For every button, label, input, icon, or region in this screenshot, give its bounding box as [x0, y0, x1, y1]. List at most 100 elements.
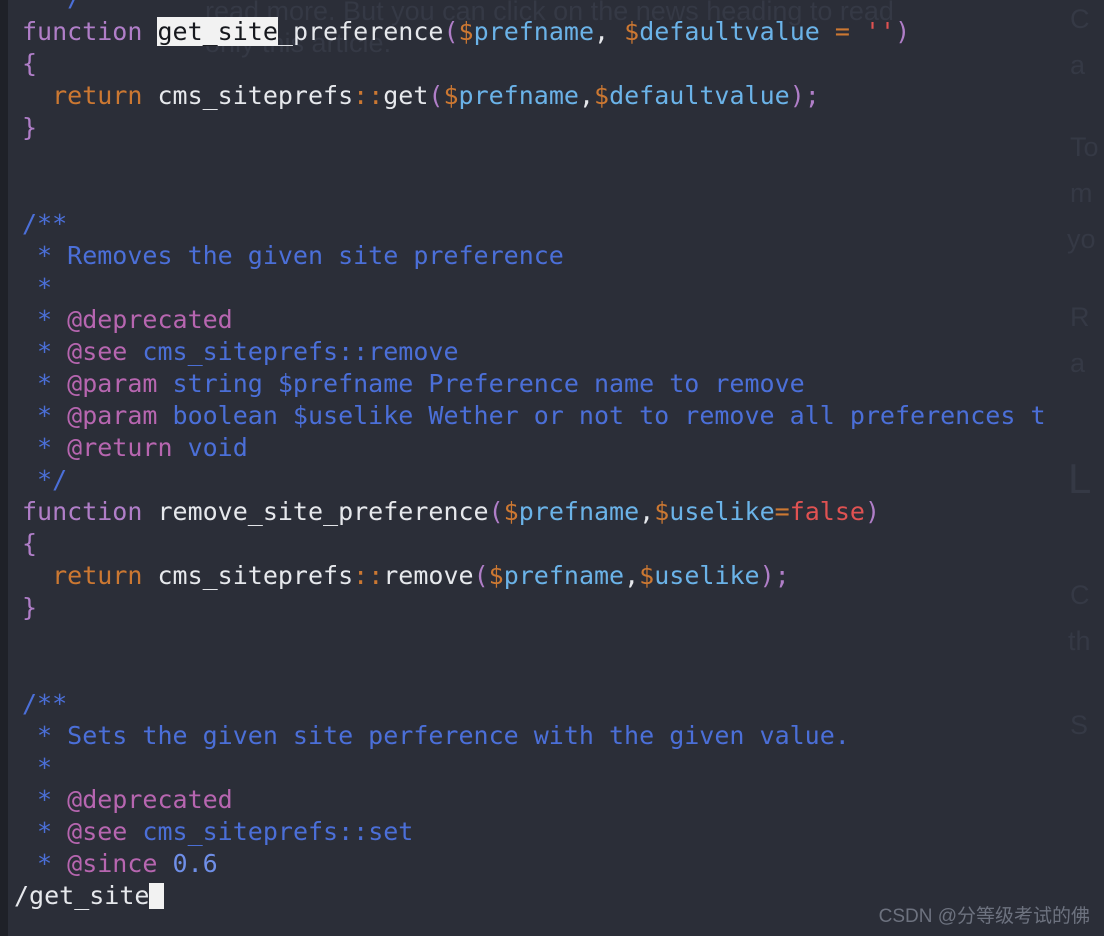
code-token: :: — [338, 817, 369, 846]
code-token: remove — [383, 561, 474, 590]
code-token: $ — [488, 561, 504, 590]
text-cursor — [149, 883, 165, 909]
code-token: 0.6 — [172, 849, 218, 878]
code-token: return — [52, 81, 143, 110]
line-doc-see-remove: * @see cms_siteprefs::remove — [22, 336, 458, 368]
code-token: @deprecated — [67, 305, 233, 334]
line-open-brace-2: { — [22, 528, 37, 560]
code-token: $ — [639, 561, 655, 590]
code-token: { — [22, 529, 38, 558]
code-token: function — [22, 17, 158, 46]
code-token: boolean $uselike Wether or not to remove… — [157, 401, 1046, 430]
line-blank-1 — [22, 144, 37, 176]
code-token: @return — [67, 433, 173, 462]
code-token: $ — [503, 497, 519, 526]
line-comment-close-top: */ — [22, 0, 82, 14]
line-return-cms-siteprefs-remove: return cms_siteprefs::remove($prefname,$… — [22, 560, 790, 592]
line-doc-param-uselike: * @param boolean $uselike Wether or not … — [22, 400, 1046, 432]
line-doc-removes-the-given-site-preference: * Removes the given site preference — [22, 240, 564, 272]
code-token: * — [22, 337, 68, 366]
code-token: prefname — [458, 81, 579, 110]
code-token: = — [834, 17, 850, 46]
code-token: cms_siteprefs — [127, 817, 339, 846]
code-token: void — [172, 433, 248, 462]
code-token: @param — [67, 401, 158, 430]
code-token: , — [594, 17, 625, 46]
code-token: function — [22, 497, 158, 526]
code-token: $ — [594, 81, 610, 110]
code-token: ) — [789, 81, 805, 110]
code-token: * — [22, 369, 68, 398]
code-token: ) — [759, 561, 775, 590]
vim-search-command-line[interactable]: /get_site — [14, 880, 165, 912]
code-token: cms_siteprefs — [142, 561, 354, 590]
code-token: prefname — [473, 17, 595, 46]
code-token: defaultvalue — [609, 81, 790, 110]
code-token: remove_site_preference — [157, 497, 489, 526]
code-token: @since — [67, 849, 158, 878]
code-token: * — [22, 401, 68, 430]
code-token: /** — [22, 689, 68, 718]
line-blank-3 — [22, 624, 37, 656]
code-token: @see — [67, 817, 128, 846]
code-token: */ — [22, 0, 82, 12]
line-doc-param-prefname: * @param string $prefname Preference nam… — [22, 368, 805, 400]
line-function-remove-site-preference: function remove_site_preference($prefnam… — [22, 496, 880, 528]
code-token: * Sets the given site perference with th… — [22, 721, 850, 750]
code-token: get — [383, 81, 429, 110]
code-token: prefname — [518, 497, 640, 526]
code-token: * — [22, 817, 68, 846]
code-text-area[interactable]: */function get_site_preference($prefname… — [0, 0, 1104, 936]
code-token: @param — [67, 369, 158, 398]
code-token: cms_siteprefs — [127, 337, 339, 366]
line-docblock-open-set: /** — [22, 688, 67, 720]
code-token: * — [22, 753, 53, 782]
code-token: cms_siteprefs — [142, 81, 354, 110]
line-doc-return-void: * @return void — [22, 432, 248, 464]
code-token: prefname — [503, 561, 625, 590]
code-token: string $prefname Preference name to remo… — [157, 369, 805, 398]
line-doc-deprecated-remove: * @deprecated — [22, 304, 233, 336]
code-token: /** — [22, 209, 68, 238]
code-token: :: — [353, 561, 384, 590]
line-doc-deprecated-set: * @deprecated — [22, 784, 233, 816]
code-token: ( — [473, 561, 489, 590]
line-doc-blank-remove: * — [22, 272, 52, 304]
code-token: :: — [338, 337, 369, 366]
code-token: * — [22, 849, 68, 878]
code-token: * — [22, 305, 68, 334]
search-command-text: /get_site — [14, 881, 150, 910]
code-token: { — [22, 49, 38, 78]
code-token: :: — [353, 81, 384, 110]
code-token: $ — [458, 17, 474, 46]
code-token: set — [368, 817, 414, 846]
code-token: '' — [865, 17, 896, 46]
code-token: ) — [895, 17, 911, 46]
line-blank-2 — [22, 176, 37, 208]
code-token: */ — [22, 465, 68, 494]
code-token: _preference — [277, 17, 444, 46]
line-open-brace-1: { — [22, 48, 37, 80]
code-token: ( — [443, 17, 459, 46]
line-close-brace-2: } — [22, 592, 37, 624]
code-token: ) — [864, 497, 881, 526]
line-close-brace-1: } — [22, 112, 37, 144]
code-token: * Removes the given site preference — [22, 241, 564, 270]
line-doc-sets-the-given-site-perference: * Sets the given site perference with th… — [22, 720, 850, 752]
code-token: ( — [428, 81, 444, 110]
code-token: @deprecated — [67, 785, 233, 814]
code-token: * — [22, 433, 68, 462]
code-token: $ — [624, 17, 640, 46]
code-token: = — [774, 497, 790, 526]
code-token: ( — [488, 497, 504, 526]
code-token: } — [22, 113, 38, 142]
code-token: uselike — [669, 497, 775, 526]
code-token: , — [624, 561, 640, 590]
code-token: * — [22, 273, 53, 302]
